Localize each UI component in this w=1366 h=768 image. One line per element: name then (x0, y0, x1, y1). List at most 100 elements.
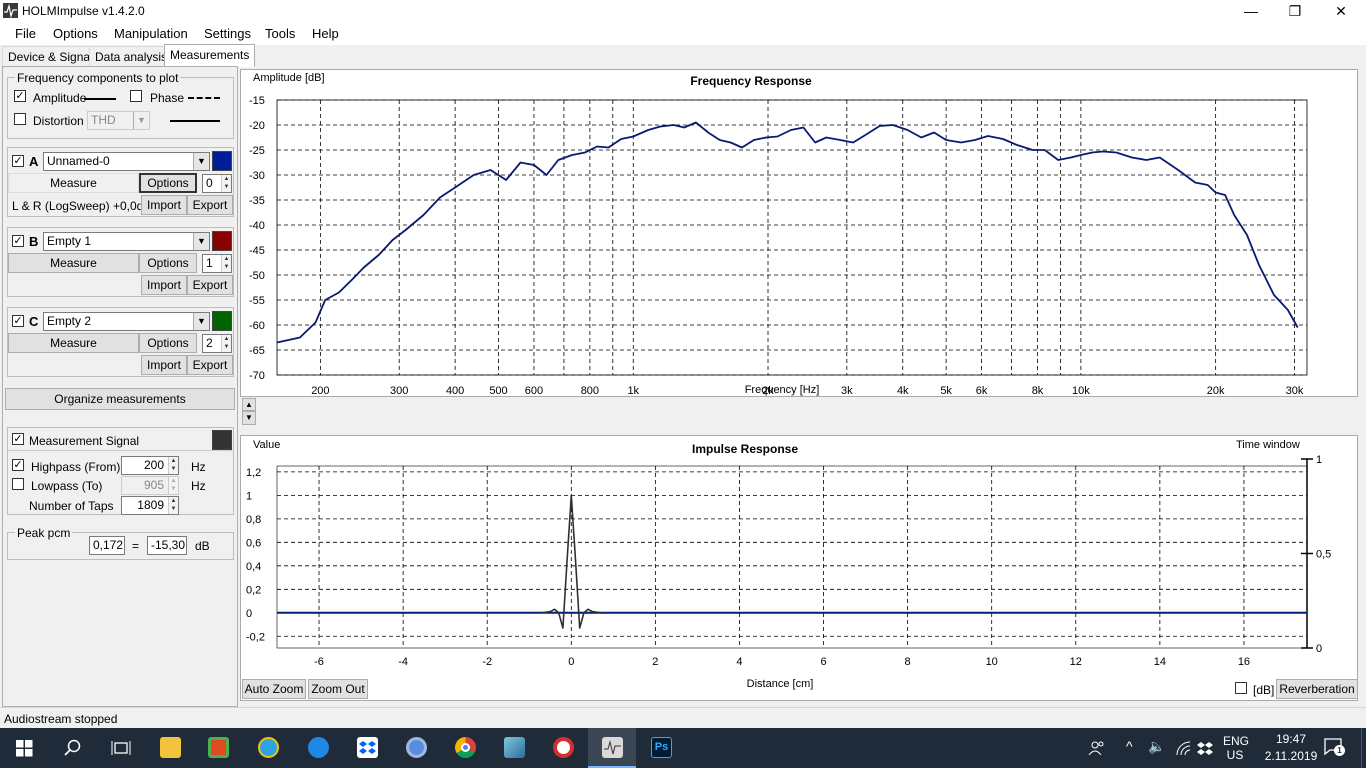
dropbox-button[interactable] (343, 728, 391, 768)
taskbar-app-10[interactable] (539, 728, 587, 768)
spinner-arrows-icon[interactable]: ▲ ▼ (221, 175, 231, 192)
zoom-out-button[interactable]: Zoom Out (308, 679, 368, 699)
measure-c-button[interactable]: Measure (8, 333, 139, 353)
volume-icon[interactable]: 🔈 (1148, 738, 1165, 755)
export-c-button[interactable]: Export (187, 355, 233, 375)
file-explorer-button[interactable] (146, 728, 194, 768)
measurement-a-checkbox[interactable]: ✓ (12, 155, 24, 167)
phase-checkbox[interactable] (130, 90, 142, 102)
db-checkbox[interactable] (1235, 682, 1247, 694)
export-a-button[interactable]: Export (187, 195, 233, 215)
impulse-response-panel[interactable]: Value Time window Impulse Response Distance… (240, 435, 1358, 701)
distortion-type-select[interactable]: THD ▼ (87, 111, 150, 130)
status-text: Audiostream stopped (4, 712, 118, 726)
tab-data-analysis[interactable]: Data analysis (89, 46, 174, 67)
measurement-signal-checkbox[interactable]: ✓ (12, 433, 24, 445)
measurement-b-index-spinner[interactable]: 1 ▲ ▼ (202, 254, 232, 273)
measurement-a-index-spinner[interactable]: 0 ▲ ▼ (202, 174, 232, 193)
spinner-arrows-icon[interactable]: ▲ ▼ (168, 497, 178, 514)
frequency-response-chart[interactable]: Amplitude [dB] Frequency Response Frequenc… (241, 70, 1359, 398)
action-center-button[interactable]: 1 (1324, 738, 1345, 756)
fr-y-tick-label: -55 (249, 295, 265, 307)
import-c-button[interactable]: Import (141, 355, 187, 375)
tab-device-signal[interactable]: Device & Signal (2, 46, 99, 67)
title-bar: HOLMImpulse v1.4.2.0 — ❐ ✕ (0, 0, 1366, 22)
spinner-arrows-icon[interactable]: ▲ ▼ (168, 457, 178, 474)
people-icon[interactable] (1088, 739, 1106, 760)
edge-button[interactable] (294, 728, 342, 768)
search-button[interactable] (48, 728, 96, 768)
organize-measurements-button[interactable]: Organize measurements (5, 388, 235, 410)
measurement-b-name-select[interactable]: Empty 1 ▼ (43, 232, 210, 251)
measurement-b-color-swatch[interactable] (212, 231, 232, 251)
measurement-c-index-spinner[interactable]: 2 ▲ ▼ (202, 334, 232, 353)
maximize-button[interactable]: ❐ (1272, 0, 1318, 22)
show-hidden-icons-icon[interactable]: ^ (1126, 738, 1133, 754)
impulse-response-chart[interactable]: Value Time window Impulse Response Distance… (241, 436, 1359, 702)
taskbar-app-9[interactable] (490, 728, 538, 768)
peak-equals: = (132, 539, 140, 553)
scroll-up-button[interactable]: ▲ (242, 398, 256, 411)
spinner-arrows-icon[interactable]: ▲ ▼ (168, 477, 178, 494)
options-c-button[interactable]: Options (139, 333, 197, 353)
highpass-checkbox[interactable]: ✓ (12, 459, 24, 471)
options-b-button[interactable]: Options (139, 253, 197, 273)
task-view-button[interactable] (96, 728, 144, 768)
options-a-button[interactable]: Options (139, 173, 197, 193)
show-desktop-button[interactable] (1361, 728, 1366, 768)
reverberation-button[interactable]: Reverberation (1276, 679, 1358, 699)
chrome-button[interactable] (441, 728, 489, 768)
measurement-signal-label: Measurement Signal (29, 434, 140, 448)
dropbox-tray-icon[interactable] (1197, 740, 1213, 759)
highpass-input[interactable]: 200 ▲ ▼ (121, 456, 179, 475)
network-icon[interactable] (1175, 740, 1191, 759)
ir-y-tick-label: 1 (246, 490, 252, 502)
measure-a-button[interactable]: Measure (8, 173, 139, 193)
fr-y-axis-label: Amplitude [dB] (253, 72, 325, 84)
start-button[interactable] (0, 728, 48, 768)
spinner-arrows-icon[interactable]: ▲ ▼ (221, 335, 231, 352)
fr-x-tick-label: 300 (390, 385, 408, 397)
menu-manipulation[interactable]: Manipulation (114, 26, 188, 41)
measurement-signal-color-swatch[interactable] (212, 430, 232, 450)
holmimpulse-icon (602, 737, 623, 758)
chromium-button[interactable] (392, 728, 440, 768)
measurement-c-color-swatch[interactable] (212, 311, 232, 331)
frequency-response-panel[interactable]: Amplitude [dB] Frequency Response Frequenc… (240, 69, 1358, 397)
input-language[interactable]: ENG US (1223, 734, 1250, 762)
lowpass-checkbox[interactable] (12, 478, 24, 490)
measurement-c-checkbox[interactable]: ✓ (12, 315, 24, 327)
menu-settings[interactable]: Settings (204, 26, 251, 41)
distortion-checkbox[interactable] (14, 113, 26, 125)
measure-b-button[interactable]: Measure (8, 253, 139, 273)
taps-input[interactable]: 1809 ▲ ▼ (121, 496, 179, 515)
import-a-button[interactable]: Import (141, 195, 187, 215)
close-button[interactable]: ✕ (1318, 0, 1364, 22)
minimize-button[interactable]: — (1228, 0, 1274, 22)
tab-measurements[interactable]: Measurements (164, 44, 256, 67)
measurement-a-color-swatch[interactable] (212, 151, 232, 171)
measurement-b-checkbox[interactable]: ✓ (12, 235, 24, 247)
clock[interactable]: 19:47 2.11.2019 (1258, 732, 1324, 763)
language-code: ENG (1223, 734, 1250, 748)
lowpass-input[interactable]: 905 ▲ ▼ (121, 476, 179, 495)
measurement-a-name-select[interactable]: Unnamed-0 ▼ (43, 152, 210, 171)
import-b-button[interactable]: Import (141, 275, 187, 295)
auto-zoom-button[interactable]: Auto Zoom (242, 679, 306, 699)
amplitude-checkbox[interactable]: ✓ (14, 90, 26, 102)
menu-file[interactable]: File (15, 26, 36, 41)
client-area: Device & Signal Data analysis Measuremen… (0, 44, 1366, 707)
measurement-c-name-select[interactable]: Empty 2 ▼ (43, 312, 210, 331)
taskbar-app-2[interactable] (194, 728, 242, 768)
menu-help[interactable]: Help (312, 26, 339, 41)
scroll-down-button[interactable]: ▼ (242, 411, 256, 425)
lowpass-label: Lowpass (To) (31, 479, 103, 493)
fr-x-tick-label: 3k (841, 385, 853, 397)
export-b-button[interactable]: Export (187, 275, 233, 295)
spinner-arrows-icon[interactable]: ▲ ▼ (221, 255, 231, 272)
photoshop-button[interactable]: Ps (637, 728, 685, 768)
menu-options[interactable]: Options (53, 26, 98, 41)
internet-explorer-button[interactable] (244, 728, 292, 768)
holmimpulse-taskbar-button[interactable] (588, 728, 636, 768)
menu-tools[interactable]: Tools (265, 26, 295, 41)
